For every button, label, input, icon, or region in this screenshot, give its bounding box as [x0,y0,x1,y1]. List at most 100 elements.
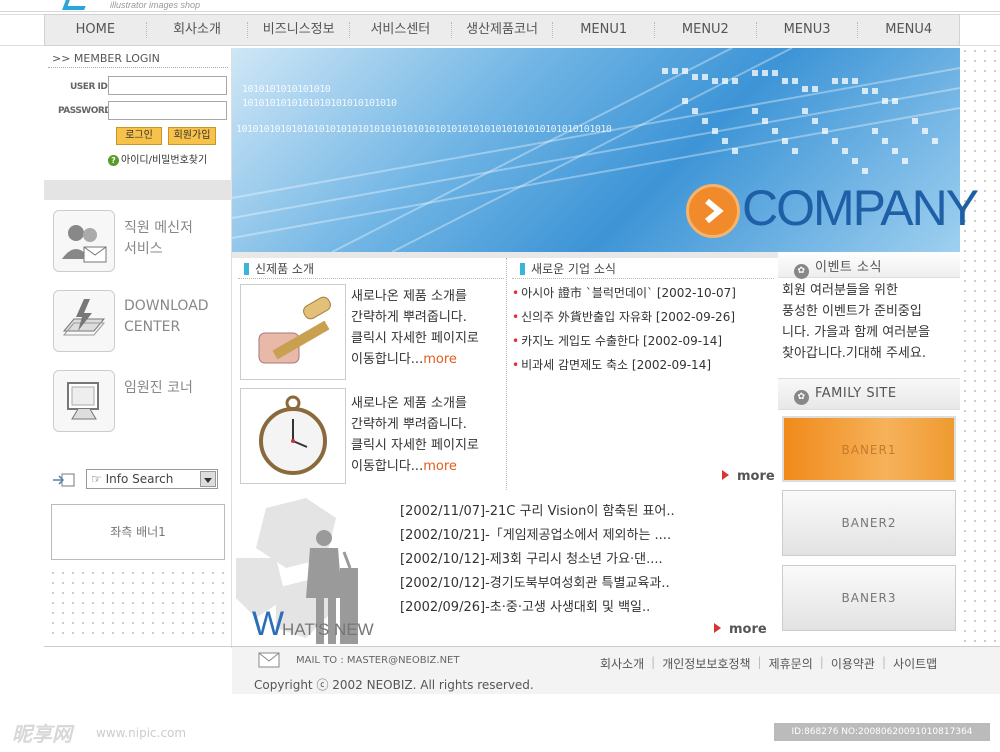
banner-3[interactable]: BANER3 [782,565,956,631]
footer-link[interactable]: 이용약관 [831,655,875,672]
product-1-line-1: 새로나온 제품 소개를 [351,289,467,304]
whats-new-w: W [252,605,285,643]
news-item-text: 아시아 證市 `블럭먼데이` [521,286,654,300]
chevron-down-icon[interactable] [200,471,216,487]
find-account-label: 아이디/비밀번호찾기 [121,155,208,166]
password-input[interactable] [108,101,227,120]
user-id-label: USER ID [70,82,108,92]
login-divider [48,67,228,68]
nav-item-home[interactable]: HOME [45,22,147,38]
news-item[interactable]: • 신의주 外貨반출입 자유화 [2002-09-26] [512,305,736,329]
whats-new-more-link[interactable]: more [714,622,767,637]
event-text[interactable]: 회원 여러분들을 위한 풍성한 이벤트가 준비중입 니다. 가을과 함께 여러분… [782,280,930,364]
footer-link[interactable]: 개인정보보호정책 [662,655,750,672]
product-2-line-2: 간략하게 뿌려줍니다. [351,417,467,432]
nav-item-menu1[interactable]: MENU1 [553,22,656,38]
products-title: 신제품 소개 [244,260,314,277]
news-item-date: [2002-10-07] [656,286,736,300]
banner-1[interactable]: BANER1 [782,416,956,482]
news-item-text: 카지노 게입도 수출한다 [521,334,640,348]
download-label-2: CENTER [124,319,181,335]
messenger-label-1: 직원 메신저 [124,220,193,236]
triangle-right-icon [714,623,721,633]
whats-new-item[interactable]: [2002/10/12]-제3회 구리시 청소년 가요·댄.... [400,548,675,572]
whats-new-item[interactable]: [2002/10/12]-경기도북부여성회관 특별교육과.. [400,572,675,596]
hero-company-title: COMPANY [742,180,979,236]
logo-mark-icon [62,0,88,10]
nav-item-business[interactable]: 비즈니스정보 [248,22,351,38]
join-button[interactable]: 회원가입 [168,127,216,145]
whats-new-title: HAT'S NEW [282,620,374,639]
products-title-text: 신제품 소개 [255,262,315,276]
login-button[interactable]: 로그인 [116,127,162,145]
nav-item-menu4[interactable]: MENU4 [858,22,959,38]
product-desc-1[interactable]: 새로나온 제품 소개를 간략하게 뿌려줍니다. 클릭시 자세한 페이지로 이동합… [351,286,479,370]
whats-new-item[interactable]: [2002/09/26]-초·중·고생 사생대회 및 백일.. [400,596,675,620]
nav-item-company[interactable]: 회사소개 [147,22,249,38]
download-label-1: DOWNLOAD [124,298,209,314]
nav-item-products[interactable]: 생산제품코너 [452,22,554,38]
people-mail-icon[interactable] [53,210,115,272]
messenger-label-2: 서비스 [124,241,163,257]
news-item[interactable]: • 카지노 게입도 수출한다 [2002-09-14] [512,329,736,353]
star-circle-icon: ✿ [794,390,809,405]
whats-new-item[interactable]: [2002/11/07]-21C 구리 Vision이 함축된 표어.. [400,500,675,524]
pencil-icon: ☞ [91,472,106,486]
product-2-more-link[interactable]: more [423,459,457,474]
product-desc-2[interactable]: 새로나온 제품 소개를 간략하게 뿌려줍니다. 클릭시 자세한 페이지로 이동합… [351,393,479,477]
pocket-watch-icon[interactable] [240,388,346,484]
news-more-link[interactable]: more [722,469,775,484]
banner-2[interactable]: BANER2 [782,490,956,556]
find-account-link[interactable]: ? 아이디/비밀번호찾기 [108,151,207,166]
user-id-input[interactable] [108,76,227,95]
nav-item-menu2[interactable]: MENU2 [655,22,757,38]
whats-new-item[interactable]: [2002/10/21]-「게임제공업소에서 제외하는 .... [400,524,675,548]
brand-tagline: illustrator images shop [110,0,201,10]
news-item[interactable]: • 아시아 證市 `블럭먼데이` [2002-10-07] [512,281,736,305]
event-line: 니다. 가을과 함께 여러분을 [782,325,931,340]
footer-link[interactable]: 제휴문의 [769,655,813,672]
nav-left-pad [0,14,44,46]
product-2-line-1: 새로나온 제품 소개를 [351,396,467,411]
news-item-date: [2002-09-14] [631,358,712,372]
hero-binary-1: 1010101010101010 [242,84,331,95]
arrow-circle-icon [686,184,740,238]
download-icon[interactable] [53,290,115,352]
footer-link[interactable]: 사이트맵 [893,655,937,672]
messenger-menu[interactable]: 직원 메신저 서비스 [124,218,193,260]
roller-stamp-icon[interactable] [240,284,346,380]
top-divider [0,11,1000,12]
watermark-logo: 昵享网 [12,722,72,746]
nav-item-service[interactable]: 서비스센터 [350,22,452,38]
executive-menu[interactable]: 임원진 코너 [124,378,193,399]
product-2-line-3: 클릭시 자세한 페이지로 [351,438,479,453]
news-item-text: 신의주 外貨반출입 자유화 [521,310,653,324]
password-label: PASSWORD [58,106,112,116]
section-bullet-icon [244,263,249,275]
monitor-icon[interactable] [53,370,115,432]
product-2-line-4: 이동합니다... [351,459,424,474]
whats-new-list: [2002/11/07]-21C 구리 Vision이 함축된 표어.. [20… [400,500,675,620]
footer-mail[interactable]: MAIL TO : MASTER@NEOBIZ.NET [296,655,459,666]
login-door-icon [52,472,76,487]
nav-right-pad [960,14,1000,46]
left-bottom-border [44,646,232,647]
question-icon: ? [108,155,119,166]
product-1-line-2: 간략하게 뿌려줍니다. [351,310,467,325]
footer-link[interactable]: 회사소개 [600,655,644,672]
right-margin-pattern [960,46,1000,694]
watermark-id: ID:868276 NO:20080620091010817364 [774,723,990,741]
news-title-text: 새로운 기업 소식 [531,262,616,276]
news-item-date: [2002-09-26] [655,310,736,324]
left-banner-1[interactable]: 좌측 배너1 [51,504,225,560]
family-title: ✿ FAMILY SITE [794,386,897,405]
product-1-more-link[interactable]: more [423,352,457,367]
download-menu[interactable]: DOWNLOAD CENTER [124,296,209,338]
info-search-select[interactable]: ☞ Info Search [86,469,218,489]
news-item[interactable]: • 비과세 감면제도 축소 [2002-09-14] [512,353,736,377]
footer-links: 회사소개 | 개인정보보호정책 | 제휴문의 | 이용약관 | 사이트맵 [600,655,938,672]
product-1-line-3: 클릭시 자세한 페이지로 [351,331,479,346]
envelope-icon[interactable] [258,652,280,668]
nav-item-menu3[interactable]: MENU3 [757,22,859,38]
news-item-text: 비과세 감면제도 축소 [521,358,629,372]
